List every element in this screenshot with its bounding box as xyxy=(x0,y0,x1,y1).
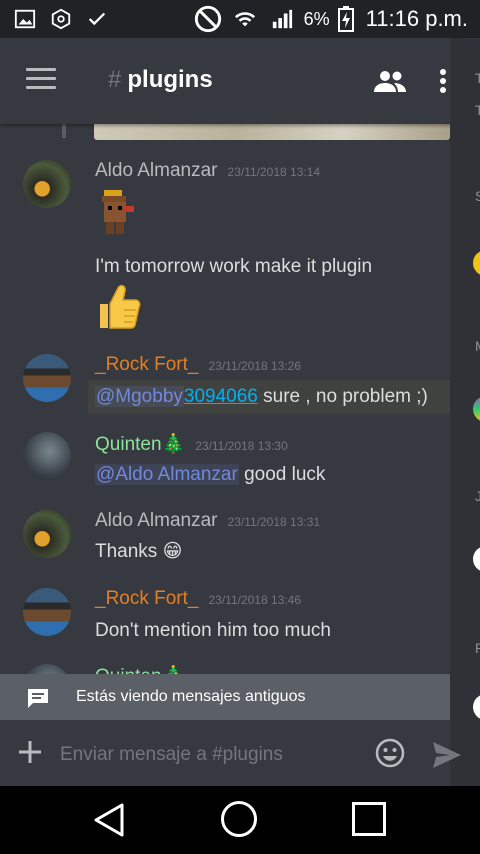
message-timestamp: 23/11/2018 13:46 xyxy=(208,593,302,607)
channel-title: # plugins xyxy=(108,66,213,94)
peek-avatar[interactable] xyxy=(473,250,480,276)
author-name[interactable]: Quinten🎄 xyxy=(95,666,185,674)
channel-hash: # xyxy=(108,66,122,93)
peek-text-t2: T xyxy=(475,102,480,118)
message-timestamp: 23/11/2018 13:14 xyxy=(227,165,321,179)
members-drawer-peek[interactable]: T T S M J P xyxy=(450,38,480,786)
old-messages-label: Estás viendo mensajes antiguos xyxy=(76,688,306,705)
plus-icon[interactable] xyxy=(19,741,41,763)
message-body: Thanks xyxy=(95,541,158,562)
message-text: @Mgobby3094066 sure , no problem ;) xyxy=(95,386,428,408)
system-nav-bar xyxy=(0,786,480,854)
emoji-icon[interactable] xyxy=(375,738,405,768)
peek-text-p: P xyxy=(475,640,480,656)
user-mention[interactable]: @Aldo Almanzar xyxy=(95,464,239,485)
image-attachment[interactable] xyxy=(94,124,450,140)
message-body: good luck xyxy=(238,464,326,485)
chat-icon xyxy=(28,689,48,708)
peek-text-t: T xyxy=(475,70,480,86)
home-icon[interactable] xyxy=(221,801,257,837)
peek-text-j: J xyxy=(475,488,480,504)
peek-text-m: M xyxy=(475,338,480,354)
battery-percent: 6% xyxy=(303,8,330,29)
menu-icon[interactable] xyxy=(26,68,56,90)
grin-emoji-icon: 😁 xyxy=(162,541,183,562)
user-mention[interactable]: @Mgobby xyxy=(95,386,184,407)
message-timestamp: 23/11/2018 13:31 xyxy=(227,515,321,529)
message-timestamp: 23/11/2018 13:26 xyxy=(208,359,302,373)
peek-avatar[interactable] xyxy=(473,396,480,422)
do-not-disturb-icon xyxy=(194,5,221,33)
author-name[interactable]: Quinten🎄 xyxy=(95,434,185,455)
image-icon xyxy=(14,9,36,29)
message-link[interactable]: 3094066 xyxy=(184,386,258,407)
thumbs-up-icon xyxy=(100,284,141,329)
avatar[interactable] xyxy=(23,664,71,674)
message-author[interactable]: Aldo Almanzar 23/11/2018 13:31 xyxy=(95,510,320,532)
wifi-icon xyxy=(234,12,255,27)
message-text: @Aldo Almanzar good luck xyxy=(95,464,325,486)
message-feed[interactable]: Aldo Almanzar 23/11/2018 13:14 I'm tomorr… xyxy=(0,124,450,674)
more-icon[interactable] xyxy=(438,68,448,94)
peek-avatar[interactable] xyxy=(473,546,480,572)
attachment-edge xyxy=(62,124,66,138)
peek-avatar[interactable] xyxy=(473,694,480,720)
send-icon[interactable] xyxy=(433,742,461,768)
check-icon xyxy=(88,12,106,26)
author-name[interactable]: _Rock Fort_ xyxy=(95,354,198,375)
channel-header: # plugins xyxy=(0,38,460,124)
message-author[interactable]: Quinten🎄 xyxy=(95,664,185,674)
message-author[interactable]: Aldo Almanzar 23/11/2018 13:14 xyxy=(95,160,320,182)
avatar[interactable] xyxy=(23,510,71,558)
message-author[interactable]: Quinten🎄 23/11/2018 13:30 xyxy=(95,432,288,456)
battery-charging-icon xyxy=(337,6,354,32)
sync-icon xyxy=(51,8,71,30)
message-body: sure , no problem ;) xyxy=(257,386,428,407)
author-name[interactable]: Aldo Almanzar xyxy=(95,160,218,181)
peek-text-s: S xyxy=(475,188,480,204)
sticker-image xyxy=(102,190,134,234)
author-name[interactable]: _Rock Fort_ xyxy=(95,588,198,609)
message-text: I'm tomorrow work make it plugin xyxy=(95,256,373,277)
message-text: Don't mention him too much xyxy=(95,620,331,641)
avatar[interactable] xyxy=(23,354,71,402)
status-bar: 6% 11:16 p.m. xyxy=(0,0,480,38)
message-text: Thanks 😁 xyxy=(95,540,182,563)
message-timestamp: 23/11/2018 13:30 xyxy=(195,439,288,453)
old-messages-banner[interactable]: Estás viendo mensajes antiguos xyxy=(0,674,450,720)
avatar[interactable] xyxy=(23,588,71,636)
message-author[interactable]: _Rock Fort_ 23/11/2018 13:46 xyxy=(95,588,301,610)
author-name[interactable]: Aldo Almanzar xyxy=(95,510,218,531)
signal-icon xyxy=(272,9,292,29)
avatar[interactable] xyxy=(23,160,71,208)
message-composer: Enviar mensaje a #plugins xyxy=(0,720,461,786)
message-input[interactable]: Enviar mensaje a #plugins xyxy=(60,744,283,766)
back-icon[interactable] xyxy=(92,802,126,838)
avatar[interactable] xyxy=(23,432,71,480)
recents-icon[interactable] xyxy=(352,802,386,836)
channel-name: plugins xyxy=(127,66,213,93)
clock: 11:16 p.m. xyxy=(365,6,468,31)
members-icon[interactable] xyxy=(372,70,408,94)
message-author[interactable]: _Rock Fort_ 23/11/2018 13:26 xyxy=(95,354,301,376)
